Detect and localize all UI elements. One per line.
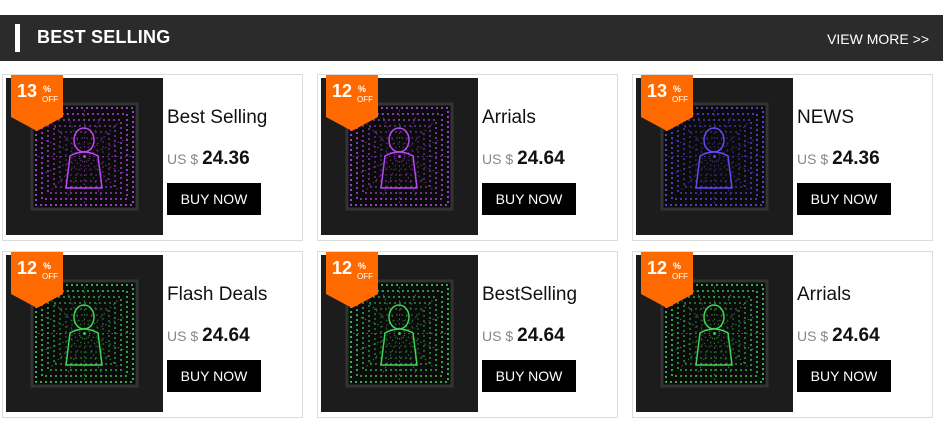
product-name[interactable]: Flash Deals <box>167 284 267 306</box>
currency-label: US $ <box>482 328 514 344</box>
price-value: 24.64 <box>517 325 565 346</box>
product-name[interactable]: BestSelling <box>482 284 577 306</box>
product-name[interactable]: NEWS <box>797 107 854 129</box>
currency-label: US $ <box>482 151 514 167</box>
product-price: US $24.64 <box>482 325 565 347</box>
product-price: US $24.64 <box>797 325 880 347</box>
product-price: US $24.64 <box>167 325 250 347</box>
discount-value: 12 <box>332 81 353 101</box>
product-card[interactable]: 12 % OFF BestSelling US $24.64 BUY NOW <box>317 251 618 418</box>
product-card[interactable]: 12 % OFF Arrials US $24.64 BUY NOW <box>632 251 933 418</box>
currency-label: US $ <box>167 151 199 167</box>
buy-now-button[interactable]: BUY NOW <box>482 183 576 215</box>
discount-badge: 13 % OFF <box>11 75 63 131</box>
off-label: OFF <box>672 272 688 281</box>
product-card[interactable]: 12 % OFF Flash Deals US $24.64 BUY NOW <box>2 251 303 418</box>
product-price: US $24.36 <box>797 148 880 170</box>
buy-now-button[interactable]: BUY NOW <box>167 360 261 392</box>
price-value: 24.64 <box>517 148 565 169</box>
buy-now-button[interactable]: BUY NOW <box>797 183 891 215</box>
percent-sign: % <box>358 261 367 271</box>
percent-sign: % <box>673 261 682 271</box>
currency-label: US $ <box>797 328 829 344</box>
percent-sign: % <box>673 84 682 94</box>
section-header: BEST SELLING VIEW MORE >> <box>0 15 943 61</box>
product-card[interactable]: 13 % OFF NEWS US $24.36 BUY NOW <box>632 74 933 241</box>
price-value: 24.36 <box>202 148 250 169</box>
off-label: OFF <box>672 95 688 104</box>
percent-sign: % <box>43 261 52 271</box>
product-name[interactable]: Best Selling <box>167 107 267 129</box>
currency-label: US $ <box>797 151 829 167</box>
buy-now-button[interactable]: BUY NOW <box>797 360 891 392</box>
product-card[interactable]: 13 % OFF Best Selling US $24.36 BUY NOW <box>2 74 303 241</box>
discount-value: 13 <box>647 81 668 101</box>
percent-sign: % <box>358 84 367 94</box>
header-accent-bar <box>15 24 20 52</box>
discount-value: 13 <box>17 81 38 101</box>
off-label: OFF <box>357 95 373 104</box>
price-value: 24.64 <box>202 325 250 346</box>
discount-value: 12 <box>647 258 668 278</box>
discount-value: 12 <box>332 258 353 278</box>
discount-badge: 12 % OFF <box>326 75 378 131</box>
buy-now-button[interactable]: BUY NOW <box>167 183 261 215</box>
section-title: BEST SELLING <box>37 27 171 47</box>
price-value: 24.36 <box>832 148 880 169</box>
off-label: OFF <box>357 272 373 281</box>
discount-badge: 12 % OFF <box>641 252 693 308</box>
discount-badge: 13 % OFF <box>641 75 693 131</box>
product-price: US $24.36 <box>167 148 250 170</box>
discount-value: 12 <box>17 258 38 278</box>
product-card[interactable]: 12 % OFF Arrials US $24.64 BUY NOW <box>317 74 618 241</box>
product-price: US $24.64 <box>482 148 565 170</box>
off-label: OFF <box>42 95 58 104</box>
view-more-link[interactable]: VIEW MORE >> <box>827 31 929 47</box>
off-label: OFF <box>42 272 58 281</box>
product-name[interactable]: Arrials <box>797 284 851 306</box>
discount-badge: 12 % OFF <box>11 252 63 308</box>
price-value: 24.64 <box>832 325 880 346</box>
percent-sign: % <box>43 84 52 94</box>
currency-label: US $ <box>167 328 199 344</box>
product-name[interactable]: Arrials <box>482 107 536 129</box>
discount-badge: 12 % OFF <box>326 252 378 308</box>
buy-now-button[interactable]: BUY NOW <box>482 360 576 392</box>
